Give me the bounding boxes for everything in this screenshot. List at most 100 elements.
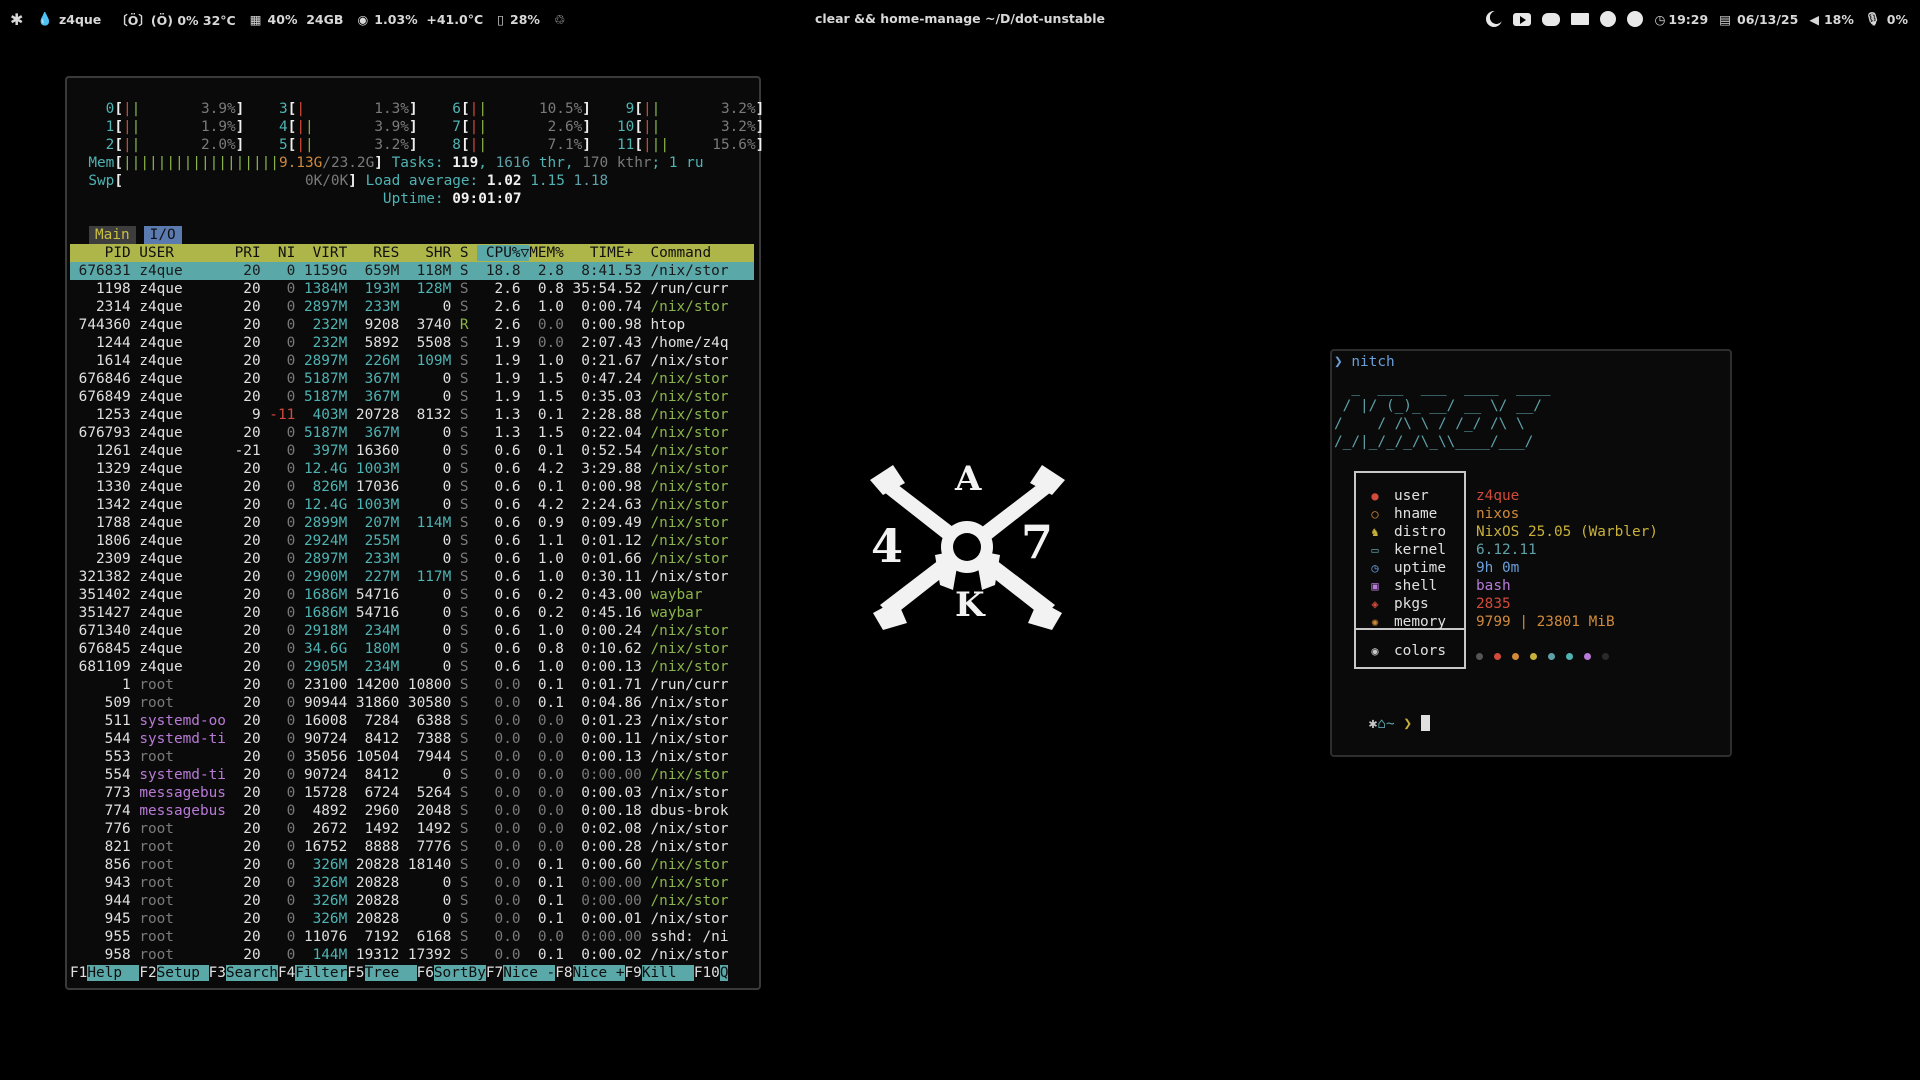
virt: 232M — [295, 335, 348, 351]
table-row[interactable]: 1253 z4que 9 -11 403M 20728 8132 S 1.3 0… — [70, 406, 754, 424]
table-row[interactable]: 955 root 20 0 11076 7192 6168 S 0.0 0.0 … — [70, 928, 754, 946]
fkey-label-f8[interactable]: Nice + — [572, 965, 625, 981]
table-row[interactable]: 681109 z4que 20 0 2905M 234M 0 S 0.6 1.0… — [70, 658, 754, 676]
table-row[interactable]: 821 root 20 0 16752 8888 7776 S 0.0 0.0 … — [70, 838, 754, 856]
table-row[interactable]: 1329 z4que 20 0 12.4G 1003M 0 S 0.6 4.2 … — [70, 460, 754, 478]
time: 0:00.03 — [563, 785, 651, 801]
moon-icon[interactable] — [1486, 11, 1503, 27]
table-row[interactable]: 945 root 20 0 326M 20828 0 S 0.0 0.1 0:0… — [70, 910, 754, 928]
mic-status[interactable]: 🎙 0% — [1865, 11, 1908, 27]
volume-status[interactable]: ◀ 18% — [1809, 12, 1854, 27]
disk-status: ▯ 28% — [497, 11, 540, 27]
table-row[interactable]: 2314 z4que 20 0 2897M 233M 0 S 2.6 1.0 0… — [70, 298, 754, 316]
fkey-label-f2[interactable]: Setup — [156, 965, 209, 981]
shr: 0 — [399, 461, 452, 477]
table-row[interactable]: 351427 z4que 20 0 1686M 54716 0 S 0.6 0.… — [70, 604, 754, 622]
table-row[interactable]: 1261 z4que -21 0 397M 16360 0 S 0.6 0.1 … — [70, 442, 754, 460]
table-row[interactable]: 1788 z4que 20 0 2899M 207M 114M S 0.6 0.… — [70, 514, 754, 532]
table-row[interactable]: 676831 z4que 20 0 1159G 659M 118M S 18.8… — [70, 262, 754, 280]
table-row[interactable]: 511 systemd-oo 20 0 16008 7284 6388 S 0.… — [70, 712, 754, 730]
mem-percent: 0.1 — [520, 947, 564, 963]
table-row[interactable]: 744360 z4que 20 0 232M 9208 3740 R 2.6 0… — [70, 316, 754, 334]
pid: 676845 — [70, 641, 140, 657]
column-header-cpu-sorted[interactable]: CPU%▽ — [477, 245, 530, 261]
table-row[interactable]: 554 systemd-ti 20 0 90724 8412 0 S 0.0 0… — [70, 766, 754, 784]
youtube-icon[interactable] — [1513, 12, 1532, 26]
mail-icon[interactable] — [1571, 13, 1590, 25]
cpu-pct: 1.9% — [140, 119, 236, 135]
table-row[interactable]: 676846 z4que 20 0 5187M 367M 0 S 1.9 1.5… — [70, 370, 754, 388]
tab-io[interactable]: I/O — [143, 226, 182, 244]
table-row[interactable]: 773 messagebus 20 0 15728 6724 5264 S 0.… — [70, 784, 754, 802]
table-row[interactable]: 1614 z4que 20 0 2897M 226M 109M S 1.9 1.… — [70, 352, 754, 370]
virt: 2905M — [295, 659, 348, 675]
swap-value: 0K/0K — [123, 173, 349, 189]
fkey-label-f10[interactable]: Q — [719, 965, 729, 981]
table-row[interactable]: 676849 z4que 20 0 5187M 367M 0 S 1.9 1.5… — [70, 388, 754, 406]
recycle-icon[interactable]: ♲ — [554, 12, 565, 27]
command: /nix/stor — [650, 479, 729, 495]
discord-icon[interactable] — [1542, 12, 1561, 26]
fkey-label-f4[interactable]: Filter — [295, 965, 348, 981]
tab-main[interactable]: Main — [89, 226, 136, 244]
table-row[interactable]: 776 root 20 0 2672 1492 1492 S 0.0 0.0 0… — [70, 820, 754, 838]
fkey-label-f6[interactable]: SortBy — [433, 965, 486, 981]
htop-terminal-window[interactable]: 0[|| 3.9%] 3[| 1.3%] 6[|| 10.5%] 9[|| 3.… — [65, 76, 764, 990]
shr: 118M — [399, 263, 452, 279]
bracket: [ — [460, 101, 470, 117]
table-row[interactable]: 544 systemd-ti 20 0 90724 8412 7388 S 0.… — [70, 730, 754, 748]
state: S — [451, 461, 469, 477]
nixos-snowflake-icon[interactable]: ✱ — [10, 10, 23, 29]
cpu-percent: 0.6 — [468, 443, 521, 459]
table-row[interactable]: 671340 z4que 20 0 2918M 234M 0 S 0.6 1.0… — [70, 622, 754, 640]
res: 1003M — [347, 461, 400, 477]
fkey-label-f3[interactable]: Search — [225, 965, 278, 981]
time: 0:01.66 — [563, 551, 651, 567]
command: /nix/stor — [650, 839, 729, 855]
time: 0:43.00 — [563, 587, 651, 603]
info-row-kernel: ▭ kernel — [1368, 541, 1446, 559]
github-icon[interactable] — [1627, 11, 1644, 27]
user: z4que — [139, 623, 235, 639]
table-row[interactable]: 351402 z4que 20 0 1686M 54716 0 S 0.6 0.… — [70, 586, 754, 604]
table-row[interactable]: 676793 z4que 20 0 5187M 367M 0 S 1.3 1.5… — [70, 424, 754, 442]
table-row[interactable]: 1244 z4que 20 0 232M 5892 5508 S 1.9 0.0… — [70, 334, 754, 352]
workspace-label[interactable]: 💧 z4que — [37, 11, 101, 27]
time: 0:09.49 — [563, 515, 651, 531]
fkey-label-f9[interactable]: Kill — [641, 965, 694, 981]
fkey-label-f1[interactable]: Help — [87, 965, 140, 981]
text-segment — [522, 173, 531, 189]
shell-prompt[interactable]: ✱⌂~ ❯ — [1334, 697, 1430, 751]
table-row[interactable]: 958 root 20 0 144M 19312 17392 S 0.0 0.1… — [70, 946, 754, 964]
table-row[interactable]: 943 root 20 0 326M 20828 0 S 0.0 0.1 0:0… — [70, 874, 754, 892]
table-row[interactable]: 553 root 20 0 35056 10504 7944 S 0.0 0.0… — [70, 748, 754, 766]
table-row[interactable]: 2309 z4que 20 0 2897M 233M 0 S 0.6 1.0 0… — [70, 550, 754, 568]
fkey-label-f5[interactable]: Tree — [364, 965, 417, 981]
process-table-header[interactable]: PID USER PRI NI VIRT RES SHR S CPU%▽MEM%… — [70, 244, 754, 262]
table-row[interactable]: 1806 z4que 20 0 2924M 255M 0 S 0.6 1.1 0… — [70, 532, 754, 550]
table-row[interactable]: 509 root 20 0 90944 31860 30580 S 0.0 0.… — [70, 694, 754, 712]
table-row[interactable]: 1 root 20 0 23100 14200 10800 S 0.0 0.1 … — [70, 676, 754, 694]
state: S — [451, 767, 469, 783]
table-row[interactable]: 1330 z4que 20 0 826M 17036 0 S 0.6 0.1 0… — [70, 478, 754, 496]
table-row[interactable]: 944 root 20 0 326M 20828 0 S 0.0 0.1 0:0… — [70, 892, 754, 910]
table-row[interactable]: 1342 z4que 20 0 12.4G 1003M 0 S 0.6 4.2 … — [70, 496, 754, 514]
fkey-label-f7[interactable]: Nice - — [503, 965, 556, 981]
reddit-icon[interactable] — [1600, 11, 1617, 27]
table-row[interactable]: 676845 z4que 20 0 34.6G 180M 0 S 0.6 0.8… — [70, 640, 754, 658]
table-row[interactable]: 321382 z4que 20 0 2900M 227M 117M S 0.6 … — [70, 568, 754, 586]
table-row[interactable]: 774 messagebus 20 0 4892 2960 2048 S 0.0… — [70, 802, 754, 820]
table-row[interactable]: 856 root 20 0 326M 20828 18140 S 0.0 0.1… — [70, 856, 754, 874]
time: 8:41.53 — [563, 263, 651, 279]
prompt-arrow-icon: ❯ — [1403, 716, 1413, 732]
nitch-terminal-window[interactable]: ❯ nitch _ ___ ___ ____ ____ / |/ (_)_ __… — [1330, 349, 1732, 757]
cpu-id: 2 — [71, 137, 115, 153]
cpu-percent: 0.0 — [468, 821, 521, 837]
ram-icon: ▦ — [249, 11, 262, 27]
cpu-percent: 0.6 — [468, 659, 521, 675]
priority: 20 — [234, 371, 261, 387]
mem-percent: 2.8 — [520, 263, 564, 279]
res: 9208 — [347, 317, 400, 333]
table-row[interactable]: 1198 z4que 20 0 1384M 193M 128M S 2.6 0.… — [70, 280, 754, 298]
cpu-percent: 0.0 — [468, 947, 521, 963]
